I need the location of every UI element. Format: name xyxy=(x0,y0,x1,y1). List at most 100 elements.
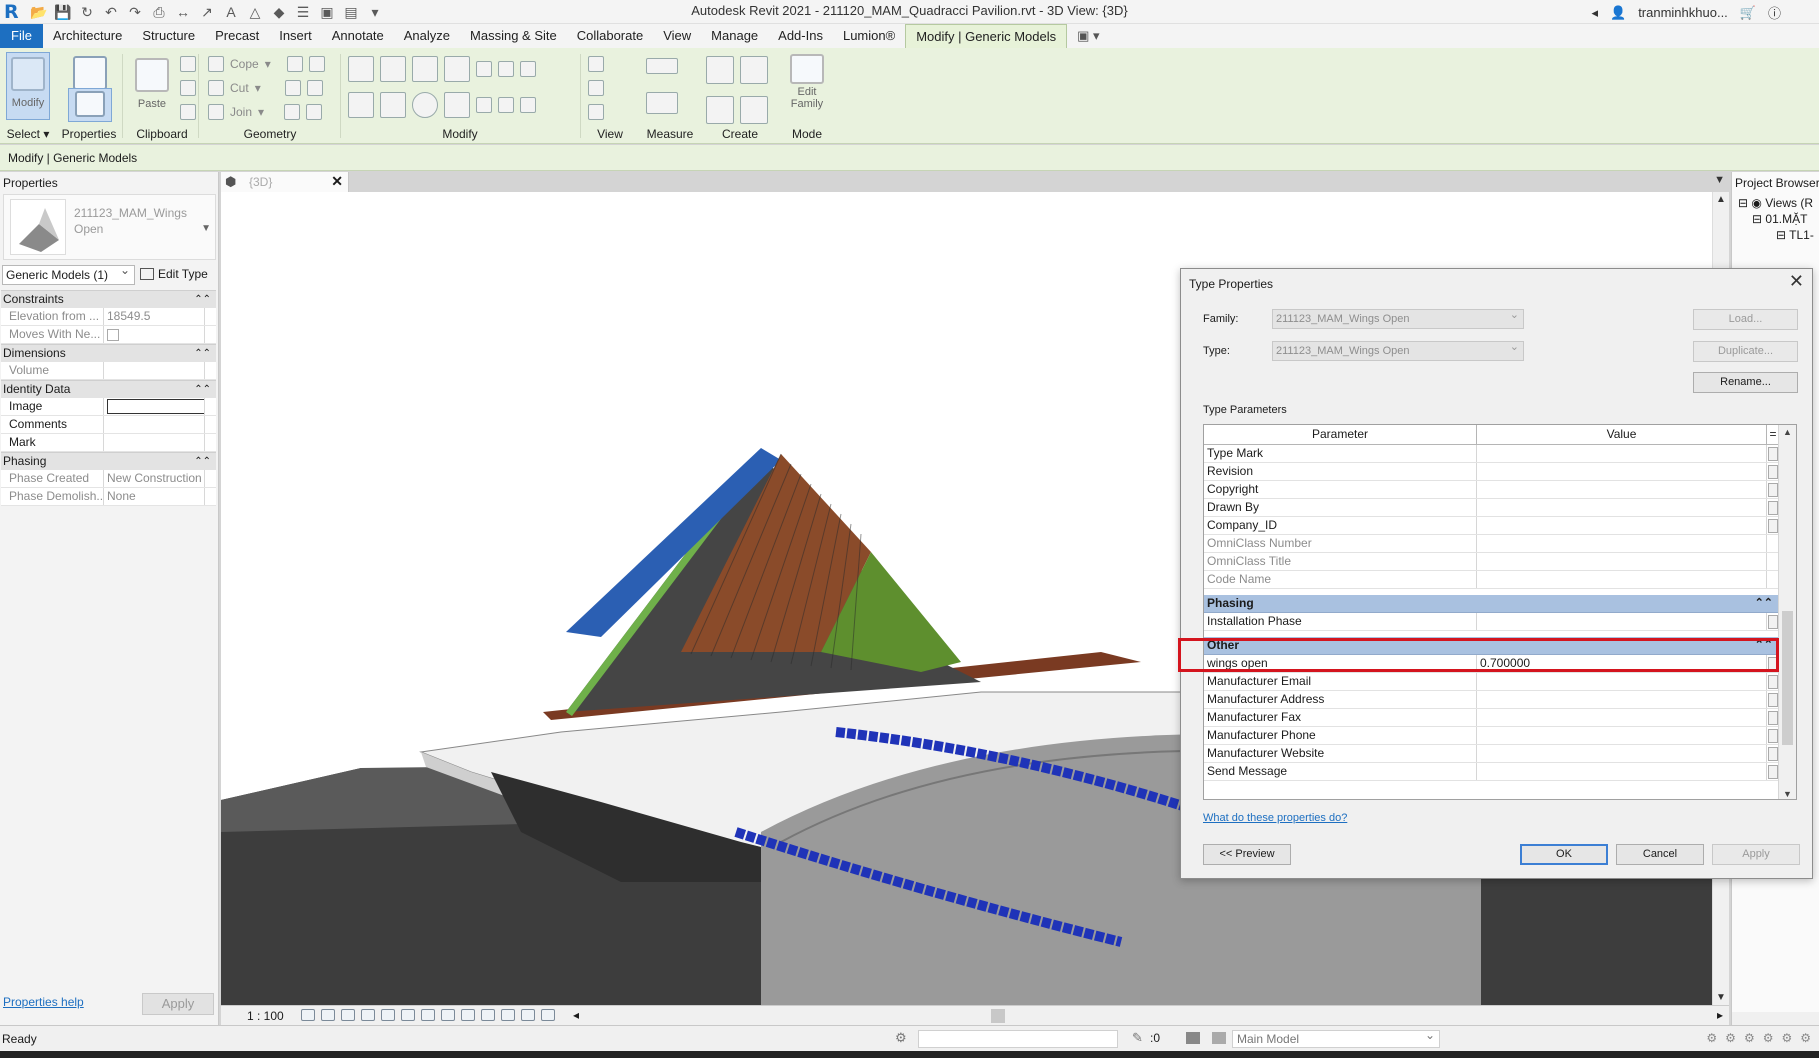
image-field[interactable] xyxy=(107,399,204,414)
3d-view-icon[interactable]: △ xyxy=(246,4,264,21)
formula-button[interactable] xyxy=(1768,501,1778,515)
collapse-icon[interactable]: ⌃⌃ xyxy=(1755,596,1773,609)
tab-structure[interactable]: Structure xyxy=(132,24,205,48)
aligned-dimension-icon[interactable] xyxy=(646,92,678,114)
select-pinned-icon[interactable]: ⚙ xyxy=(1744,1031,1755,1045)
paint-icon[interactable] xyxy=(306,80,323,96)
category-phasing-row[interactable]: Phasing ⌃⌃ xyxy=(1204,595,1779,613)
shadows-icon[interactable] xyxy=(361,1009,375,1021)
create-group-icon[interactable] xyxy=(706,96,734,124)
tab-menu-icon[interactable]: ▼ xyxy=(1714,174,1725,186)
category-constraints[interactable]: Constraints ⌃⌃ xyxy=(1,290,216,308)
measure-between-icon[interactable] xyxy=(646,58,678,74)
load-button[interactable]: Load... xyxy=(1693,309,1798,330)
edit-type-button[interactable]: Edit Type xyxy=(140,265,208,285)
tab-add-ins[interactable]: Add-Ins xyxy=(768,24,833,48)
cart-icon[interactable]: 🛒 xyxy=(1740,5,1756,21)
show-crop-icon[interactable] xyxy=(421,1009,435,1021)
close-hidden-icon[interactable]: ▣ xyxy=(318,4,336,21)
join-geometry-icon[interactable] xyxy=(308,56,325,72)
cut-geo-row[interactable]: Cut ▾ xyxy=(208,80,323,96)
wall-joins-icon[interactable] xyxy=(284,104,301,120)
table-scrollbar[interactable]: ▲ ▼ xyxy=(1778,425,1796,799)
scroll-down-icon[interactable]: ▼ xyxy=(1716,992,1726,1003)
scroll-right-icon[interactable]: ▸ xyxy=(1717,1008,1723,1022)
tab-modify-generic-models[interactable]: Modify | Generic Models xyxy=(905,24,1068,48)
browser-node-views[interactable]: ⊟ ◉ Views (R xyxy=(1738,196,1813,210)
crop-view-icon[interactable] xyxy=(401,1009,415,1021)
select-by-face-icon[interactable]: ⚙ xyxy=(1763,1031,1774,1045)
trim-icon[interactable] xyxy=(444,92,470,118)
rename-button[interactable]: Rename... xyxy=(1693,372,1798,393)
view-tab-3d[interactable]: ⬢ {3D} ✕ xyxy=(221,172,349,192)
formula-button[interactable] xyxy=(1768,747,1778,761)
delete-icon[interactable] xyxy=(520,97,536,113)
select-underlay-icon[interactable]: ⚙ xyxy=(1725,1031,1736,1045)
collapse-icon[interactable]: ⌃⌃ xyxy=(194,381,211,398)
formula-button[interactable] xyxy=(1768,519,1778,533)
tab-lumion[interactable]: Lumion® xyxy=(833,24,905,48)
cut-geometry-icon[interactable] xyxy=(286,56,303,72)
duplicate-button[interactable]: Duplicate... xyxy=(1693,341,1798,362)
browser-hscroll[interactable] xyxy=(1732,1012,1819,1025)
mirror-axis-icon[interactable] xyxy=(412,56,438,82)
sun-path-icon[interactable] xyxy=(341,1009,355,1021)
match-type-icon[interactable] xyxy=(180,104,196,120)
worksharing-display-icon[interactable] xyxy=(501,1009,515,1021)
sync-icon[interactable]: ↻ xyxy=(78,4,96,21)
join-row[interactable]: Join ▾ xyxy=(208,104,323,120)
type-select[interactable]: 211123_MAM_Wings Open xyxy=(1272,340,1524,361)
create-parts-icon[interactable] xyxy=(740,56,768,84)
visual-style-icon[interactable] xyxy=(321,1009,335,1021)
workset-select[interactable] xyxy=(918,1030,1118,1048)
ok-button[interactable]: OK xyxy=(1520,844,1608,865)
edit-family-button[interactable]: Edit Family xyxy=(785,50,829,120)
editable-only-icon[interactable]: ✎ xyxy=(1132,1030,1143,1046)
measure-icon[interactable]: ↔ xyxy=(174,4,192,20)
formula-button[interactable] xyxy=(1768,693,1778,707)
user-icon[interactable]: 👤 xyxy=(1610,5,1626,21)
linework-icon[interactable] xyxy=(588,104,604,120)
browser-node-elevations[interactable]: ⊟ 01.MẶT xyxy=(1752,212,1807,226)
formula-button[interactable] xyxy=(1768,447,1778,461)
modify-button[interactable]: Modify xyxy=(6,52,50,120)
formula-button[interactable] xyxy=(1768,765,1778,779)
filter-selection-icon[interactable]: ⚙ xyxy=(1800,1031,1811,1045)
hide-icon[interactable] xyxy=(588,56,604,72)
split-face-icon[interactable] xyxy=(284,80,301,96)
split-icon[interactable] xyxy=(476,61,492,77)
close-icon[interactable]: ✕ xyxy=(331,173,343,190)
table-scroll-thumb[interactable] xyxy=(1782,611,1793,745)
tab-massing-site[interactable]: Massing & Site xyxy=(460,24,567,48)
formula-button[interactable] xyxy=(1768,615,1778,629)
design-options-icon[interactable] xyxy=(1212,1032,1226,1044)
tab-analyze[interactable]: Analyze xyxy=(394,24,460,48)
tab-view[interactable]: View xyxy=(653,24,701,48)
dimension-icon[interactable]: ↗ xyxy=(198,4,216,21)
override-graphics-icon[interactable] xyxy=(588,80,604,96)
highlight-displacement-icon[interactable] xyxy=(541,1009,555,1021)
tab-precast[interactable]: Precast xyxy=(205,24,269,48)
infocenter-arrow-icon[interactable]: ◂ xyxy=(1591,5,1598,21)
formula-button[interactable] xyxy=(1768,729,1778,743)
undo-icon[interactable]: ↶ xyxy=(102,4,120,21)
offset-icon[interactable] xyxy=(380,56,406,82)
unlock-3d-icon[interactable] xyxy=(441,1009,455,1021)
pin-icon[interactable] xyxy=(520,61,536,77)
split-gap-icon[interactable] xyxy=(498,61,514,77)
collapse-icon[interactable]: ⌃⌃ xyxy=(194,345,211,362)
collapse-icon[interactable]: ⌃⌃ xyxy=(194,453,211,470)
type-selector[interactable]: 211123_MAM_Wings Open ▼ xyxy=(3,194,216,260)
properties-help-link[interactable]: Properties help xyxy=(3,995,84,1009)
filter-icon[interactable] xyxy=(1186,1032,1200,1044)
browser-node-tl1[interactable]: ⊟ TL1- xyxy=(1776,228,1814,242)
demolish-icon[interactable] xyxy=(306,104,323,120)
workset-icon[interactable]: ⚙ xyxy=(895,1030,907,1046)
formula-button[interactable] xyxy=(1768,465,1778,479)
group-select-label[interactable]: Select ▾ xyxy=(0,127,56,141)
view-scale[interactable]: 1 : 100 xyxy=(247,1009,284,1023)
tab-annotate[interactable]: Annotate xyxy=(322,24,394,48)
temporary-hide-icon[interactable] xyxy=(461,1009,475,1021)
scroll-up-icon[interactable]: ▲ xyxy=(1716,194,1726,205)
properties-button[interactable] xyxy=(68,88,112,122)
